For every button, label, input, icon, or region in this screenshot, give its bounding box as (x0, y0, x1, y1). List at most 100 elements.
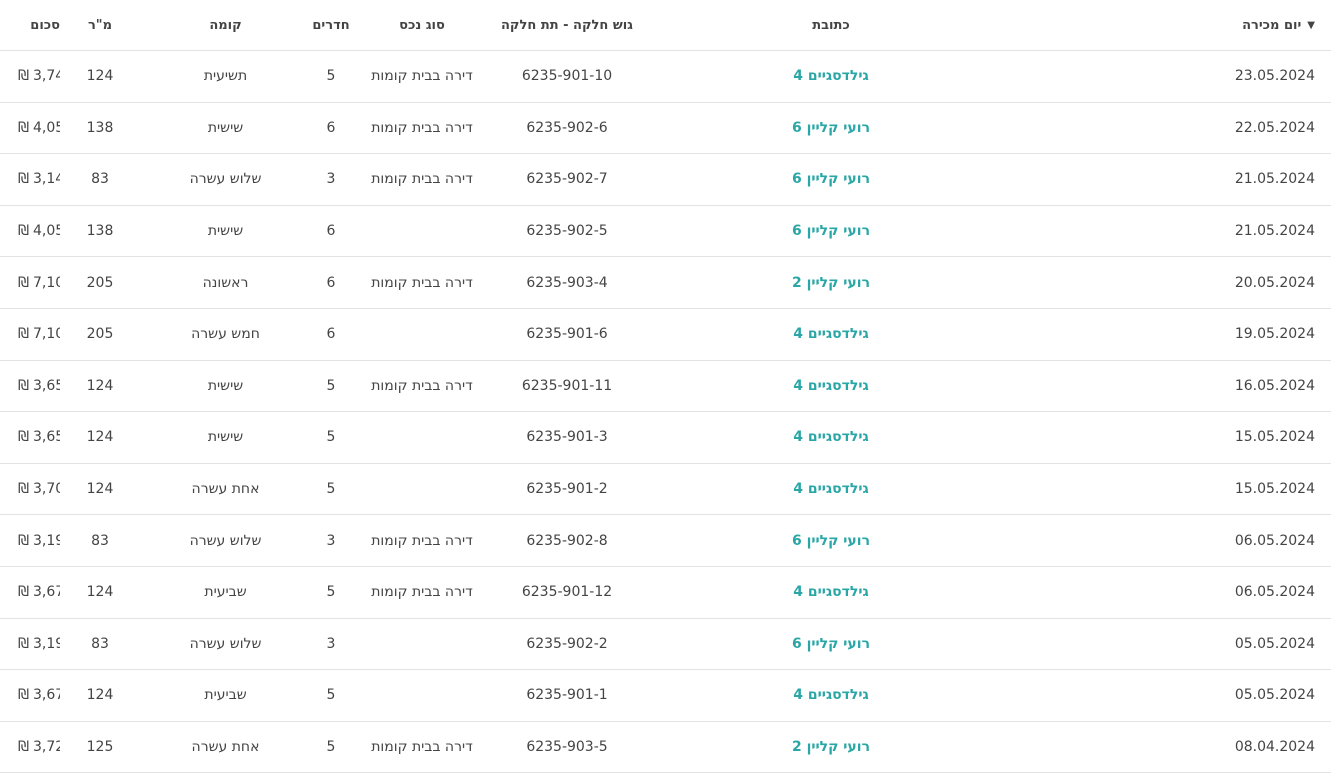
shekel-icon: ₪ (18, 532, 29, 549)
rooms-count: 5 (326, 377, 336, 394)
address-link[interactable]: גילדסגיים 4 (793, 429, 868, 445)
address-link[interactable]: רועי קליין 6 (792, 636, 870, 652)
table-body: 23.05.2024 גילדסגיים 4 6235-901-10 דירה … (0, 51, 1331, 773)
table-row: 16.05.2024 גילדסגיים 4 6235-901-11 דירה … (0, 361, 1331, 413)
property-type: דירה בבית קומות (371, 119, 473, 136)
header-block[interactable]: גוש חלקה - תת חלקה (493, 18, 641, 33)
price-value: 4,050,000 (32, 223, 60, 240)
price-value: 3,190,000 (32, 532, 60, 549)
property-type: דירה בבית קומות (371, 584, 473, 601)
price-cell: ₪ 4,050,000 (0, 223, 60, 239)
table-row: 06.05.2024 רועי קליין 6 6235-902-8 דירה … (0, 515, 1331, 567)
sale-date: 20.05.2024 (1234, 274, 1315, 291)
address-link[interactable]: רועי קליין 2 (792, 739, 870, 755)
price-cell: ₪ 3,674,000 (0, 584, 60, 600)
area-sqm: 124 (86, 481, 114, 498)
property-type: דירה בבית קומות (371, 274, 473, 291)
rooms-count: 5 (326, 68, 336, 85)
address-cell: גילדסגיים 4 (641, 584, 1061, 600)
rooms-count: 6 (326, 326, 336, 343)
shekel-icon: ₪ (18, 429, 29, 446)
area-sqm: 124 (86, 377, 114, 394)
area-sqm: 124 (86, 584, 114, 601)
shekel-icon: ₪ (18, 687, 29, 704)
block-parcel: 6235-901-10 (521, 68, 613, 85)
address-cell: רועי קליין 6 (641, 120, 1061, 136)
price-value: 3,650,000 (32, 377, 60, 394)
sort-down-icon[interactable]: ▼ (1307, 20, 1315, 31)
price-cell: ₪ 3,674,800 (0, 687, 60, 703)
header-sqm[interactable]: מ"ר (60, 18, 140, 33)
shekel-icon: ₪ (18, 635, 29, 652)
price-value: 3,725,000 (32, 739, 60, 756)
address-link[interactable]: גילדסגיים 4 (793, 378, 868, 394)
floor-name: אחת עשרה (191, 481, 260, 498)
area-sqm: 124 (86, 687, 114, 704)
rooms-count: 6 (326, 119, 336, 136)
address-link[interactable]: גילדסגיים 4 (793, 481, 868, 497)
table-row: 15.05.2024 גילדסגיים 4 6235-901-2 5 אחת … (0, 464, 1331, 516)
floor-name: שישית (207, 377, 244, 394)
rooms-count: 3 (326, 171, 336, 188)
header-address[interactable]: כתובת (641, 18, 1061, 33)
block-parcel: 6235-901-11 (521, 377, 613, 394)
area-sqm: 83 (91, 171, 109, 188)
floor-name: שישית (207, 223, 244, 240)
rooms-count: 5 (326, 739, 336, 756)
table-header: ▼יום מכירה כתובת גוש חלקה - תת חלקה סוג … (0, 0, 1331, 51)
sale-date: 21.05.2024 (1234, 223, 1315, 240)
sale-date: 23.05.2024 (1234, 68, 1315, 85)
rooms-count: 6 (326, 223, 336, 240)
price-value: 3,190,000 (32, 635, 60, 652)
address-link[interactable]: גילדסגיים 4 (793, 584, 868, 600)
address-link[interactable]: רועי קליין 6 (792, 533, 870, 549)
price-cell: ₪ 3,190,000 (0, 636, 60, 652)
table-row: 05.05.2024 גילדסגיים 4 6235-901-1 5 שביע… (0, 670, 1331, 722)
address-link[interactable]: רועי קליין 2 (792, 275, 870, 291)
table-row: 22.05.2024 רועי קליין 6 6235-902-6 דירה … (0, 103, 1331, 155)
price-cell: ₪ 3,700,000 (0, 481, 60, 497)
price-value: 3,140,000 (32, 171, 60, 188)
header-floor[interactable]: קומה (140, 18, 311, 33)
address-link[interactable]: גילדסגיים 4 (793, 326, 868, 342)
area-sqm: 124 (86, 429, 114, 446)
property-type: דירה בבית קומות (371, 739, 473, 756)
sale-date: 08.04.2024 (1234, 739, 1315, 756)
floor-name: שלוש עשרה (189, 171, 262, 188)
header-date[interactable]: ▼יום מכירה (1061, 18, 1331, 33)
sales-table: ▼יום מכירה כתובת גוש חלקה - תת חלקה סוג … (0, 0, 1331, 773)
shekel-icon: ₪ (18, 326, 29, 343)
price-value: 3,650,000 (32, 429, 60, 446)
price-cell: ₪ 3,650,000 (0, 378, 60, 394)
floor-name: שישית (207, 119, 244, 136)
area-sqm: 205 (86, 274, 114, 291)
block-parcel: 6235-903-5 (526, 739, 608, 756)
price-cell: ₪ 3,725,000 (0, 739, 60, 755)
shekel-icon: ₪ (18, 119, 29, 136)
block-parcel: 6235-903-4 (526, 274, 608, 291)
address-link[interactable]: גילדסגיים 4 (793, 687, 868, 703)
price-value: 3,700,000 (32, 481, 60, 498)
shekel-icon: ₪ (18, 481, 29, 498)
address-cell: רועי קליין 6 (641, 223, 1061, 239)
block-parcel: 6235-902-5 (526, 223, 608, 240)
address-link[interactable]: רועי קליין 6 (792, 171, 870, 187)
rooms-count: 6 (326, 274, 336, 291)
address-link[interactable]: רועי קליין 6 (792, 223, 870, 239)
price-value: 7,100,000 (32, 326, 60, 343)
header-type[interactable]: סוג נכס (351, 18, 493, 33)
address-cell: גילדסגיים 4 (641, 378, 1061, 394)
sale-date: 22.05.2024 (1234, 119, 1315, 136)
header-price[interactable]: סכום (0, 18, 60, 33)
rooms-count: 3 (326, 532, 336, 549)
header-rooms[interactable]: חדרים (311, 18, 351, 33)
rooms-count: 5 (326, 481, 336, 498)
address-link[interactable]: גילדסגיים 4 (793, 68, 868, 84)
price-value: 7,100,000 (32, 274, 60, 291)
price-cell: ₪ 3,745,000 (0, 68, 60, 84)
sale-date: 15.05.2024 (1234, 429, 1315, 446)
table-row: 23.05.2024 גילדסגיים 4 6235-901-10 דירה … (0, 51, 1331, 103)
table-row: 05.05.2024 רועי קליין 6 6235-902-2 3 שלו… (0, 619, 1331, 671)
address-link[interactable]: רועי קליין 6 (792, 120, 870, 136)
shekel-icon: ₪ (18, 171, 29, 188)
